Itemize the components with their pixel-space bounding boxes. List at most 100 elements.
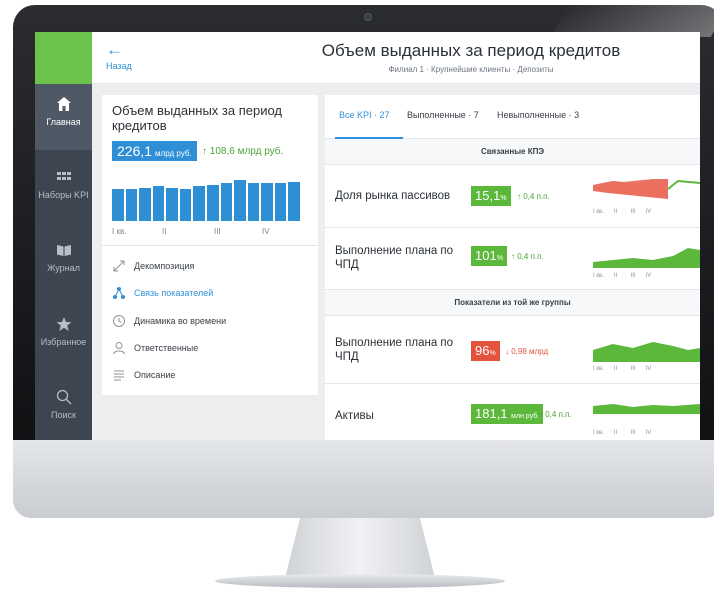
menu-decomposition[interactable]: Декомпозиция [112, 258, 194, 274]
metric-value: 226,1 млрд руб. [112, 141, 197, 161]
sparkline-chart [593, 248, 700, 268]
star-icon [56, 317, 71, 331]
kpi-delta: ↑ 0,4 п.п. [517, 192, 550, 201]
menu-label: Описание [134, 370, 176, 380]
monitor-stand-base [215, 574, 505, 588]
sidebar: Главная Наборы KPI Журнал Избранное Поис… [35, 32, 92, 440]
tab-bar: Все KPI · 27 Выполненные · 7 Невыполненн… [325, 95, 700, 139]
kpi-row[interactable]: Выполнение плана по ЧПД 101% ↑ 0,4 п.п. … [325, 228, 700, 290]
bar [139, 187, 151, 221]
kpi-badge: 15,1% [471, 186, 511, 206]
kpi-delta: ↓ 0,98 млрд [505, 347, 549, 356]
person-icon [113, 342, 125, 355]
book-icon [56, 245, 71, 256]
menu-dynamics[interactable]: Динамика во времени [112, 313, 226, 329]
bar [274, 183, 287, 221]
kpi-badge: 96% [471, 341, 500, 361]
quarter-label: II [162, 227, 167, 236]
sidebar-item-label: Избранное [40, 337, 87, 347]
kpi-name: Выполнение плана по ЧПД [335, 337, 454, 363]
lines-icon [114, 370, 124, 381]
search-icon [56, 389, 71, 405]
section-same-group: Показатели из той же группы [325, 290, 700, 316]
decomposition-icon [113, 260, 125, 272]
monitor-stand-neck [285, 518, 435, 578]
metric-unit: млрд руб. [155, 149, 192, 158]
bar [152, 186, 165, 221]
kpi-value: 15,1 [475, 188, 501, 203]
menu-kpi-links[interactable]: Связь показателей [112, 285, 213, 301]
kpi-unit: % [500, 195, 507, 202]
kpi-name: Активы [335, 410, 374, 422]
sidebar-item-label: Журнал [47, 263, 80, 273]
bar [247, 183, 260, 221]
menu-label: Ответственные [134, 343, 199, 353]
sidebar-item-favorites[interactable]: Избранное [35, 304, 92, 370]
metric-delta: ↑ 108,6 млрд руб. [202, 146, 284, 157]
quarter-label: I кв. [112, 227, 127, 236]
link-icon [113, 287, 125, 299]
tab-completed[interactable]: Выполненные · 7 [407, 110, 479, 120]
sparkline-chart [593, 342, 700, 362]
kpi-row[interactable]: Активы 181,1 млн руб. ↑ 0,4 п.п. I кв. I… [325, 384, 700, 440]
sparkline-axis: I кв. II III IV [593, 430, 652, 436]
kpi-value: 181,1 [475, 406, 508, 421]
bar [179, 189, 192, 221]
tab-not-completed[interactable]: Невыполненные · 3 [497, 110, 579, 120]
home-icon [56, 97, 71, 111]
kpi-value: 96 [475, 343, 490, 358]
sidebar-item-label: Наборы KPI [38, 190, 89, 200]
page-title: Объем выданных за период кредитов [321, 41, 621, 60]
breadcrumb: Филиал 1 · Крупнейшие клиенты · Депозиты [388, 65, 554, 74]
bar [261, 183, 273, 221]
tab-all-kpi[interactable]: Все KPI · 27 [339, 110, 390, 120]
menu-responsible[interactable]: Ответственные [112, 340, 198, 356]
kpi-row[interactable]: Выполнение плана по ЧПД 96% ↓ 0,98 млрд … [325, 316, 700, 384]
bar [193, 186, 205, 221]
sidebar-item-home[interactable]: Главная [35, 84, 92, 150]
monitor-chin [13, 440, 714, 518]
bar-chart[interactable] [112, 177, 302, 221]
sidebar-item-search[interactable]: Поиск [35, 377, 92, 440]
kpi-value: 101 [475, 248, 497, 263]
kpi-delta: ↑ 0,4 п.п. [511, 252, 544, 261]
bar [166, 187, 178, 221]
kpi-delta: ↑ 0,4 п.п. [539, 410, 572, 419]
kpi-badge: 101% [471, 246, 507, 266]
kpi-name: Доля рынка пассивов [335, 190, 451, 202]
sparkline-axis: I кв. II III IV [593, 273, 652, 279]
bar [125, 189, 138, 221]
bar [234, 180, 246, 221]
kpi-unit: % [489, 350, 496, 357]
kpi-unit: млн руб. [511, 413, 540, 420]
clock-icon [113, 315, 125, 327]
sidebar-item-journal[interactable]: Журнал [35, 230, 92, 296]
menu-label: Связь показателей [134, 288, 214, 298]
brand-logo [35, 32, 92, 84]
sparkline-axis: I кв. II III IV [593, 209, 652, 215]
sidebar-item-label: Поиск [51, 410, 76, 420]
menu-label: Динамика во времени [134, 316, 227, 326]
kpi-row[interactable]: Доля рынка пассивов 15,1% ↑ 0,4 п.п. I к… [325, 165, 700, 228]
card-title: Объем выданных за период кредитов [112, 103, 283, 133]
menu-label: Декомпозиция [134, 261, 195, 271]
sidebar-item-kpi-sets[interactable]: Наборы KPI [35, 157, 92, 223]
kpi-badge: 181,1 млн руб. [471, 404, 544, 424]
top-bar: ← Назад Объем выданных за период кредито… [92, 32, 700, 84]
kpi-unit: % [496, 255, 503, 262]
quarter-label: III [214, 227, 221, 236]
app-screen: Главная Наборы KPI Журнал Избранное Поис… [35, 32, 700, 440]
sidebar-item-label: Главная [46, 117, 81, 127]
quarter-label: IV [262, 227, 270, 236]
bar [220, 183, 233, 221]
section-related-kpi: Связанные КПЭ [325, 139, 700, 165]
grid-icon [56, 172, 71, 180]
bar [112, 189, 124, 221]
menu-description[interactable]: Описание [112, 367, 175, 383]
webcam [364, 13, 372, 21]
kpi-name: Выполнение плана по ЧПД [335, 245, 454, 271]
bar [288, 181, 300, 221]
monitor-mockup: Главная Наборы KPI Журнал Избранное Поис… [0, 0, 714, 598]
summary-card: Объем выданных за период кредитов 226,1 м… [102, 95, 318, 395]
divider [102, 245, 318, 246]
